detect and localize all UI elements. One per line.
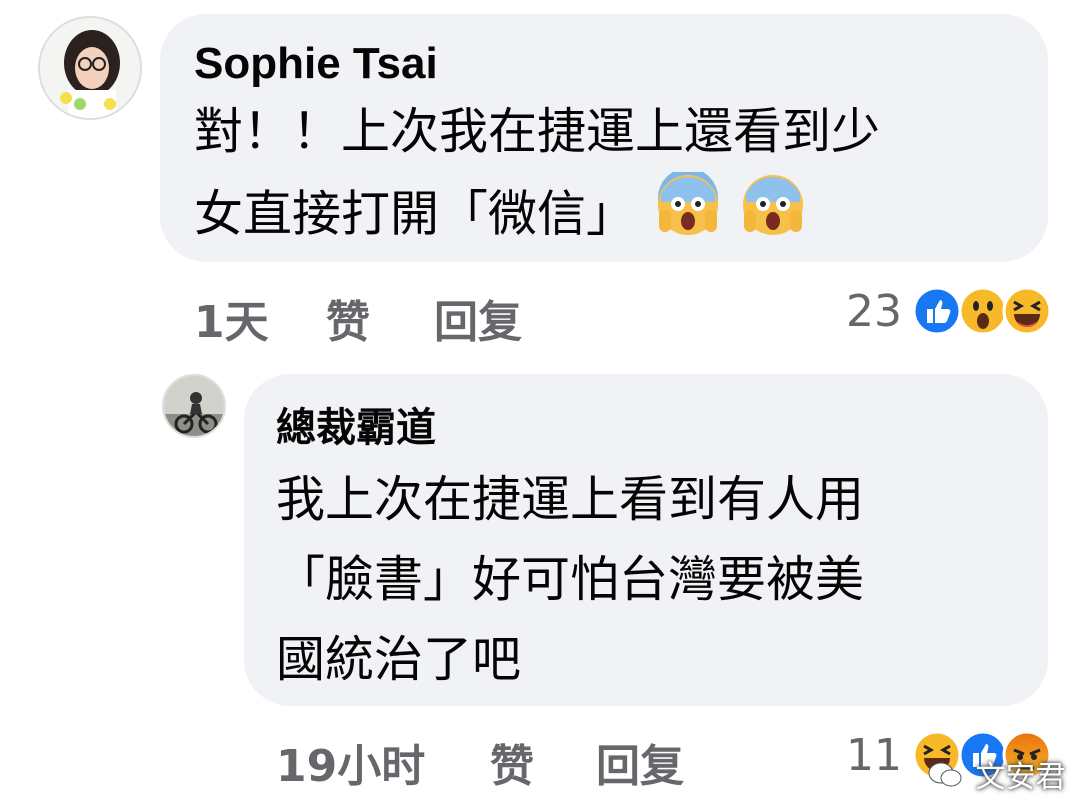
wechat-icon bbox=[928, 761, 962, 797]
comment-text: 對！！上次我在捷運上還看到少 女直接打開「微信」 bbox=[194, 92, 880, 252]
comment-line: 國統治了吧 bbox=[276, 631, 522, 688]
comment-line: 「臉書」好可怕台灣要被美 bbox=[276, 551, 865, 608]
watermark: 文安君 bbox=[928, 752, 1066, 797]
reply-button[interactable]: 回复 bbox=[596, 730, 684, 794]
comment-author[interactable]: 總裁霸道 bbox=[276, 402, 436, 454]
comment-line: 我上次在捷運上看到有人用 bbox=[276, 471, 865, 528]
comment-actions: 19小时 赞 回复 bbox=[276, 730, 716, 792]
comment-text: 我上次在捷運上看到有人用 「臉書」好可怕台灣要被美 國統治了吧 bbox=[276, 460, 864, 700]
reaction-count[interactable]: 23 bbox=[846, 286, 902, 337]
wow-reaction-icon[interactable] bbox=[958, 286, 1008, 336]
scream-emoji-icon bbox=[655, 168, 721, 262]
reply-button[interactable]: 回复 bbox=[434, 286, 522, 350]
scream-emoji-icon bbox=[740, 172, 806, 262]
avatar[interactable] bbox=[162, 374, 226, 438]
comment-line: 對！！上次我在捷運上還看到少 bbox=[194, 103, 881, 160]
comment-actions: 1天 赞 回复 bbox=[194, 286, 594, 348]
comment-line: 女直接打開「微信」 bbox=[194, 168, 880, 252]
watermark-text: 文安君 bbox=[975, 760, 1066, 795]
avatar[interactable] bbox=[38, 16, 142, 120]
like-button[interactable]: 赞 bbox=[490, 730, 534, 794]
like-button[interactable]: 赞 bbox=[326, 286, 370, 350]
comment-author[interactable]: Sophie Tsai bbox=[194, 38, 438, 90]
comment-time: 19小时 bbox=[276, 741, 426, 792]
reaction-count[interactable]: 11 bbox=[846, 730, 902, 781]
haha-reaction-icon[interactable] bbox=[1002, 286, 1052, 336]
comment-time: 1天 bbox=[194, 297, 269, 348]
comment-line-text: 女直接打開「微信」 bbox=[194, 185, 636, 243]
like-reaction-icon[interactable] bbox=[912, 286, 962, 336]
